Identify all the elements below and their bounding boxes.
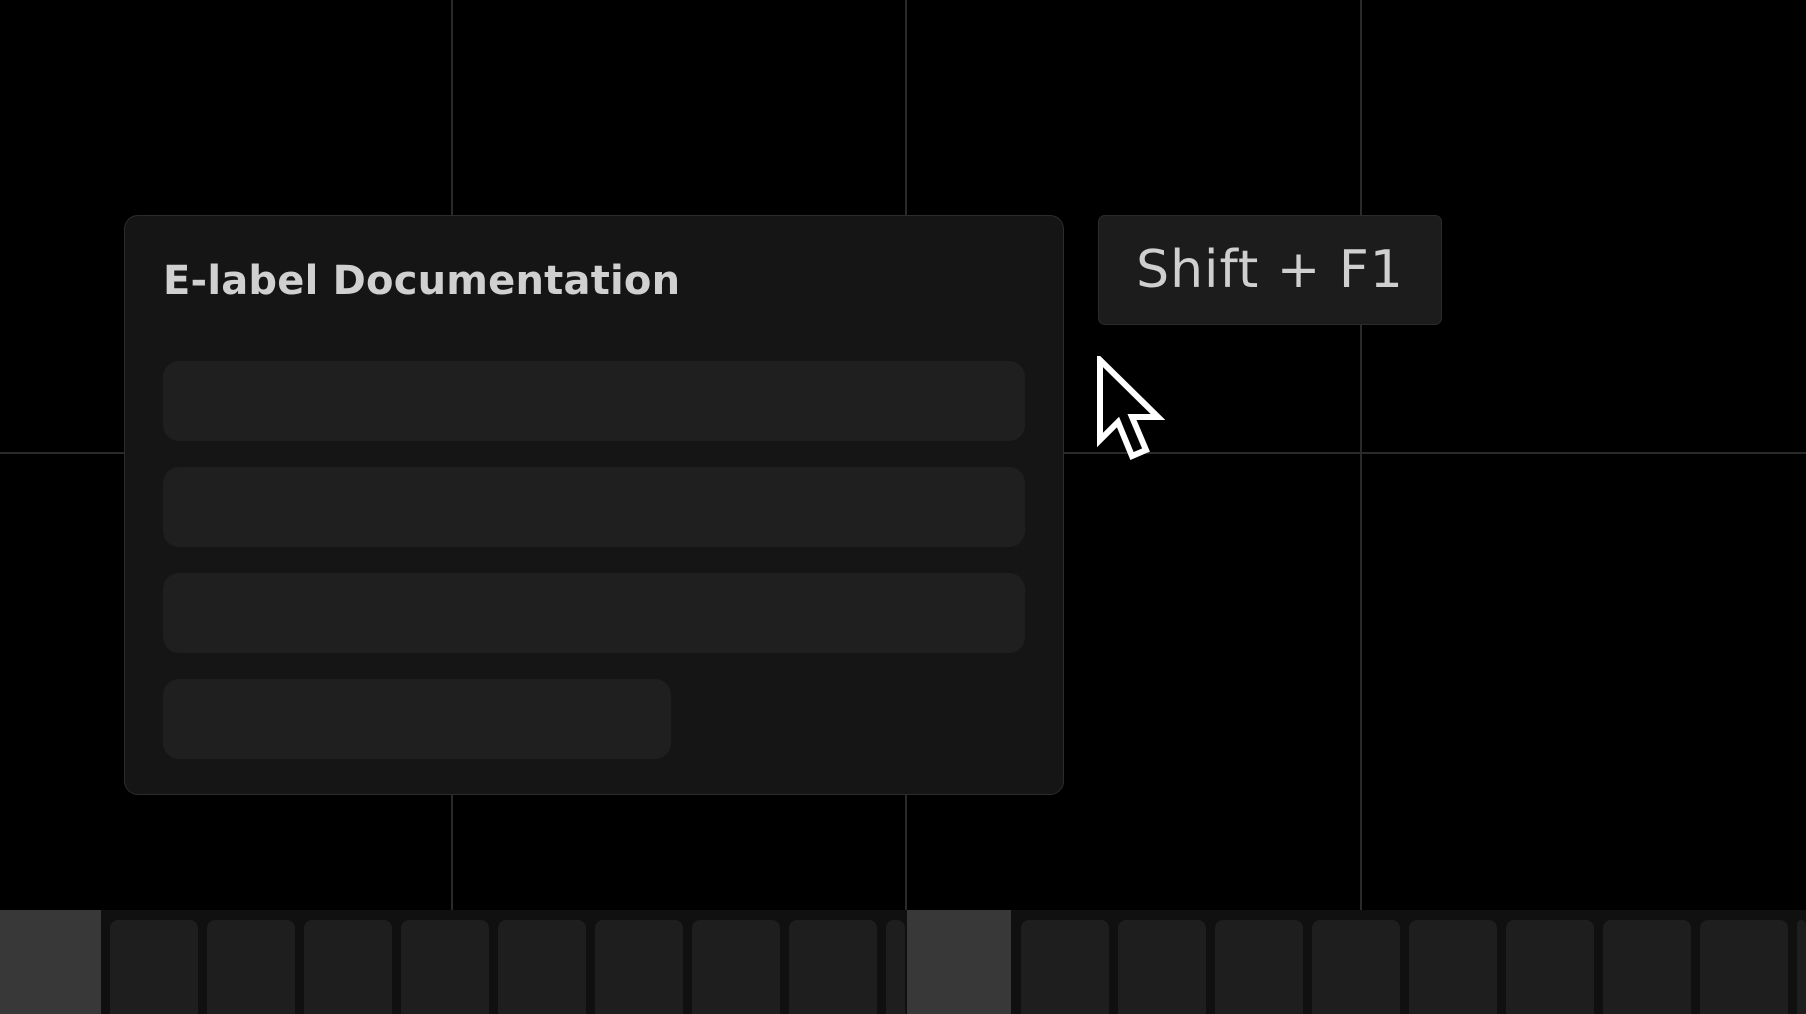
placeholder-line-3 [163,573,1025,653]
strip-selected-block-1[interactable] [0,910,101,1014]
thumbnail-tile[interactable] [1409,920,1497,1014]
documentation-card: E-label Documentation [124,215,1064,795]
thumbnail-strip [0,910,1806,1014]
thumbnail-tile[interactable] [498,920,586,1014]
thumbnail-tile[interactable] [207,920,295,1014]
placeholder-line-4 [163,679,671,759]
thumbnail-tile[interactable] [595,920,683,1014]
thumbnail-tile[interactable] [110,920,198,1014]
thumbnail-tile[interactable] [1797,920,1806,1014]
thumbnail-tile[interactable] [1506,920,1594,1014]
thumbnail-tile[interactable] [886,920,905,1014]
card-title: E-label Documentation [163,258,681,304]
thumbnail-tile[interactable] [1215,920,1303,1014]
thumbnail-tile[interactable] [1603,920,1691,1014]
thumbnail-tile[interactable] [304,920,392,1014]
shortcut-label: Shift + F1 [1136,240,1404,300]
thumbnail-tile[interactable] [692,920,780,1014]
placeholder-line-2 [163,467,1025,547]
grid-line-vertical-3 [1360,0,1362,910]
thumbnail-tile[interactable] [1312,920,1400,1014]
thumbnail-tile[interactable] [401,920,489,1014]
thumbnail-tile[interactable] [1700,920,1788,1014]
thumbnail-tile[interactable] [789,920,877,1014]
keyboard-shortcut-badge: Shift + F1 [1098,215,1442,325]
thumbnail-tile[interactable] [1021,920,1109,1014]
arrow-pointer-icon [1097,356,1166,460]
placeholder-line-1 [163,361,1025,441]
thumbnail-tile[interactable] [1118,920,1206,1014]
strip-selected-block-2[interactable] [907,910,1011,1014]
